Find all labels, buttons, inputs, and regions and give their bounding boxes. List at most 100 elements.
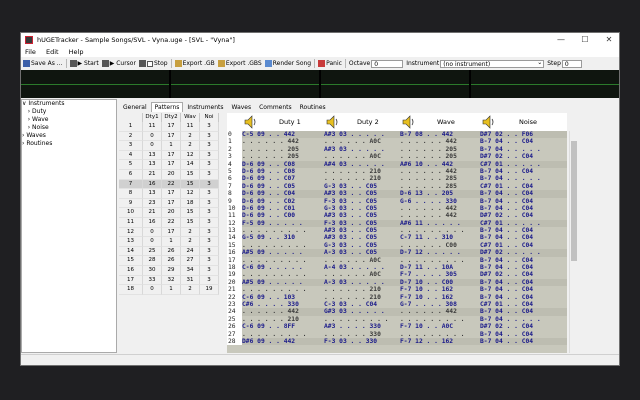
wave-cell[interactable]: . . . . . . . . . [400, 316, 464, 323]
order-cell[interactable]: 16 [143, 179, 162, 190]
export-gb-button[interactable]: Export .GB [174, 60, 215, 67]
speaker-icon[interactable] [243, 114, 259, 130]
channel-duty1[interactable]: Duty 1 [241, 113, 323, 131]
noise-cell[interactable]: D#7 02 . . C04 [480, 271, 533, 278]
order-cell[interactable]: 2 [181, 227, 200, 238]
noise-cell[interactable]: C#7 01 . . . . . [480, 161, 541, 168]
tree-item-routines[interactable]: › Routines [22, 140, 116, 148]
duty1-cell[interactable]: . . . . . . . . . [242, 227, 306, 234]
duty1-cell[interactable]: D-6 09 . . C08 [242, 161, 295, 168]
pattern-row[interactable]: 21. . . . . . . . . . . . . . . 210 F-7 10… [227, 286, 567, 294]
order-row[interactable]: 1 11 17 11 3 [119, 122, 219, 132]
noise-cell[interactable]: B-7 04 . . C04 [480, 308, 533, 315]
duty1-cell[interactable]: . . . . . . 205 [242, 146, 299, 153]
order-cell[interactable]: 17 [162, 198, 181, 209]
order-row[interactable]: 5 13 17 14 3 [119, 160, 219, 170]
duty1-cell[interactable]: . . . . . . . . . [242, 271, 306, 278]
tab-routines[interactable]: Routines [296, 102, 330, 113]
order-cell[interactable]: 15 [181, 208, 200, 218]
duty2-cell[interactable]: . . . . . . . . . [324, 316, 388, 323]
wave-cell[interactable]: F-7 12 . . 162 [400, 338, 453, 345]
duty2-cell[interactable]: A#3 . . . . 330 [324, 323, 381, 330]
duty2-cell[interactable]: F-3 03 . . C05 [324, 220, 377, 227]
tree-item-instruments[interactable]: ∨ Instruments [22, 100, 116, 108]
wave-cell[interactable]: D-6 13 . . 205 [400, 190, 453, 197]
order-cell[interactable]: 15 [181, 169, 200, 180]
minimize-button[interactable]: — [549, 33, 573, 47]
duty2-cell[interactable]: F-3 03 . . C05 [324, 198, 377, 205]
duty2-cell[interactable]: A#3 03 . . C05 [324, 234, 377, 241]
duty1-cell[interactable]: . . . . . . . . . [242, 242, 306, 249]
order-row[interactable]: 11 16 22 15 3 [119, 217, 219, 228]
duty2-cell[interactable]: . . . . . . 330 [324, 331, 381, 338]
tab-general[interactable]: General [119, 102, 151, 113]
pattern-grid[interactable]: 0 C-5 09 . . 442 A#3 03 . . . . . B-7 08 . … [227, 131, 567, 353]
order-cell[interactable]: 34 [181, 265, 200, 276]
order-cell[interactable]: 22 [162, 179, 181, 190]
order-cell[interactable]: 0 [143, 131, 162, 142]
order-cell[interactable]: 12 [181, 150, 200, 161]
order-row[interactable]: 16 30 29 34 3 [119, 265, 219, 276]
order-cell[interactable]: 21 [143, 208, 162, 218]
wave-cell[interactable]: . . . . . . . . . [400, 257, 464, 264]
order-cell[interactable]: 3 [200, 150, 219, 161]
pattern-row[interactable]: 12 F-5 09 . . . . . F-3 03 . . C05 A#6 11 .… [227, 219, 567, 228]
start-button[interactable]: ▶ Start [69, 60, 99, 67]
pattern-row[interactable]: 23 C#6 . . . . 330 C-3 03 . . C04 G-7 . . .… [227, 300, 567, 309]
pattern-row[interactable]: 14 G-5 09 . . 310 A#3 03 . . C05 C-7 11 . .… [227, 234, 567, 242]
duty2-cell[interactable]: A-3 03 . . C05 [324, 249, 377, 256]
close-button[interactable]: ✕ [597, 33, 619, 47]
noise-cell[interactable]: B-7 04 . . . . . [480, 175, 541, 182]
order-cell[interactable]: 2 [181, 131, 200, 142]
tree-expander[interactable]: › [22, 108, 32, 115]
duty2-cell[interactable]: G-3 03 . . C05 [324, 205, 377, 212]
order-cell[interactable]: 3 [200, 141, 219, 151]
order-cell[interactable]: 22 [162, 217, 181, 228]
wave-cell[interactable]: B-7 08 . . 442 [400, 131, 453, 138]
order-cell[interactable]: 15 [181, 217, 200, 228]
pattern-editor[interactable]: Duty 1 Duty 2 Wave Noise 0 C-5 09 . . 442… [227, 113, 567, 353]
wave-cell[interactable]: . . . . . . 285 [400, 183, 457, 190]
wave-cell[interactable]: A#6 11 . . . . . [400, 220, 461, 227]
order-row[interactable]: 15 28 26 27 3 [119, 256, 219, 266]
order-cell[interactable]: 1 [162, 237, 181, 247]
noise-cell[interactable]: B-7 04 . . C04 [480, 138, 533, 145]
order-cell[interactable]: 17 [162, 160, 181, 170]
wave-cell[interactable]: . . . . . . 442 [400, 205, 457, 212]
menu-file[interactable]: File [21, 47, 40, 57]
order-cell[interactable]: 3 [200, 131, 219, 142]
order-cell[interactable]: 31 [181, 275, 200, 286]
pattern-row[interactable]: 5 D-6 09 . . C08 . . . . . . 210 . . . . . … [227, 167, 567, 176]
pattern-row[interactable]: 20 A#5 09 . . . . . A-3 03 . . . . . D-7 10… [227, 278, 567, 287]
order-cell[interactable]: 21 [143, 169, 162, 180]
channel-wave[interactable]: Wave [399, 113, 479, 131]
pattern-row[interactable]: 19. . . . . . . . . . . . . . . A0C F-7 . … [227, 271, 567, 279]
order-cell[interactable]: 3 [200, 256, 219, 266]
noise-cell[interactable]: D#7 02 . . C04 [480, 323, 533, 330]
duty1-cell[interactable]: D-6 09 . . C01 [242, 205, 295, 212]
noise-cell[interactable]: B-7 04 . . C04 [480, 205, 533, 212]
duty1-cell[interactable]: . . . . . . . . . [242, 331, 306, 338]
wave-cell[interactable]: D-7 12 . . . . . [400, 249, 461, 256]
noise-cell[interactable]: B-7 04 . . C04 [480, 294, 533, 301]
noise-cell[interactable]: B-7 04 . . . . . [480, 316, 541, 323]
wave-cell[interactable]: G-6 . . . . 330 [400, 198, 457, 205]
order-cell[interactable]: 1 [162, 141, 181, 151]
pattern-row[interactable]: 15. . . . . . . . . G-3 03 . . C05 . . . .… [227, 241, 567, 250]
pattern-row[interactable]: 28 D#6 09 . . 442 F-3 03 . . 330 F-7 12 . .… [227, 337, 567, 346]
duty1-cell[interactable]: F-5 09 . . . . . [242, 220, 303, 227]
export-gbs-button[interactable]: Export .GBS [217, 60, 262, 67]
order-cell[interactable]: 13 [143, 160, 162, 170]
duty1-cell[interactable]: C-6 09 . . . . . [242, 264, 303, 271]
pattern-row[interactable]: 8 D-6 09 . . C04 A#3 03 . . C05 D-6 13 . . … [227, 190, 567, 198]
tree-item-duty[interactable]: › Duty [22, 108, 116, 116]
channel-duty2[interactable]: Duty 2 [323, 113, 399, 131]
wave-cell[interactable]: F-7 . . . . 305 [400, 271, 457, 278]
tree-item-wave[interactable]: › Wave [22, 116, 116, 124]
order-cell[interactable]: 26 [162, 256, 181, 266]
step-input[interactable]: 0 [561, 59, 582, 68]
order-cell[interactable]: 2 [181, 237, 200, 247]
order-cell[interactable]: 30 [143, 265, 162, 276]
order-cell[interactable]: 33 [143, 275, 162, 286]
order-cell[interactable]: 3 [200, 275, 219, 286]
